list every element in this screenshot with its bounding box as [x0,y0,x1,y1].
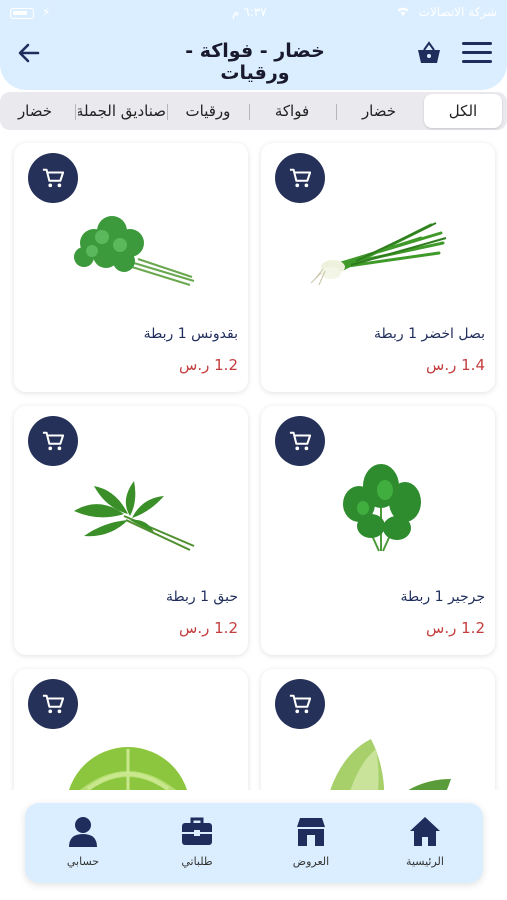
parsley-image [54,193,214,303]
product-name: بقدونس 1 ربطة [143,326,238,342]
nav-account[interactable]: حسابي [33,803,133,883]
status-time: ٦:٣٧ م [232,5,267,19]
product-card[interactable]: بصل اخضر 1 ربطة 1.4 ر.س [261,143,495,392]
product-price: 1.2 ر.س [179,619,238,637]
nav-label: طلباتي [181,855,213,868]
tab-fruits[interactable]: فواكة [252,94,332,128]
nav-label: حسابي [66,855,100,868]
home-icon [410,817,440,846]
tab-divider [75,104,76,120]
status-bar: ⚡ ٦:٣٧ م شركة الاتصالات [0,5,507,23]
charging-icon: ⚡ [42,5,51,19]
briefcase-icon [182,817,212,845]
tab-wholesale-boxes[interactable]: صناديق الجملة [78,94,166,128]
nav-label: العروض [292,855,330,868]
basil-image [54,456,214,566]
nav-home[interactable]: الرئيسية [375,803,475,883]
product-card[interactable]: حبق 1 ربطة 1.2 ر.س [14,406,248,655]
tab-leafy[interactable]: ورقيات [170,94,246,128]
tab-vegetables[interactable]: خضار [339,94,419,128]
tab-vegetables-2[interactable]: خضار [4,94,66,128]
back-arrow-icon[interactable] [16,40,42,66]
tab-divider [167,104,168,120]
product-name: جرجير 1 ربطة [400,589,485,605]
product-name: بصل اخضر 1 ربطة [374,326,485,342]
product-price: 1.4 ر.س [426,356,485,374]
product-price: 1.2 ر.س [426,619,485,637]
store-icon [297,818,325,846]
category-tabs: خضار صناديق الجملة ورقيات فواكة خضار الك… [0,92,507,130]
product-card[interactable]: بقدونس 1 ربطة 1.2 ر.س [14,143,248,392]
arugula-image [301,456,461,566]
user-icon [69,817,97,847]
product-card[interactable]: جرجير 1 ربطة 1.2 ر.س [261,406,495,655]
status-carrier: شركة الاتصالات [418,5,497,19]
product-name: حبق 1 ربطة [165,589,238,605]
app-header: ⚡ ٦:٣٧ م شركة الاتصالات خضار - فواكة - و… [0,0,507,90]
green-onion-image [301,193,461,303]
basket-icon[interactable] [416,40,442,66]
nav-my-orders[interactable]: طلباتي [147,803,247,883]
product-price: 1.2 ر.س [179,356,238,374]
tab-divider [249,104,250,120]
wifi-icon [395,5,411,20]
tab-divider [336,104,337,120]
battery-icon [10,8,34,19]
bottom-nav: حسابي طلباتي العروض الرئيسية [25,803,483,883]
hamburger-menu-icon[interactable] [462,42,492,64]
nav-offers[interactable]: العروض [261,803,361,883]
tab-all[interactable]: الكل [424,94,502,128]
page-title: خضار - فواكة - ورقيات [185,40,325,84]
nav-label: الرئيسية [406,855,444,868]
